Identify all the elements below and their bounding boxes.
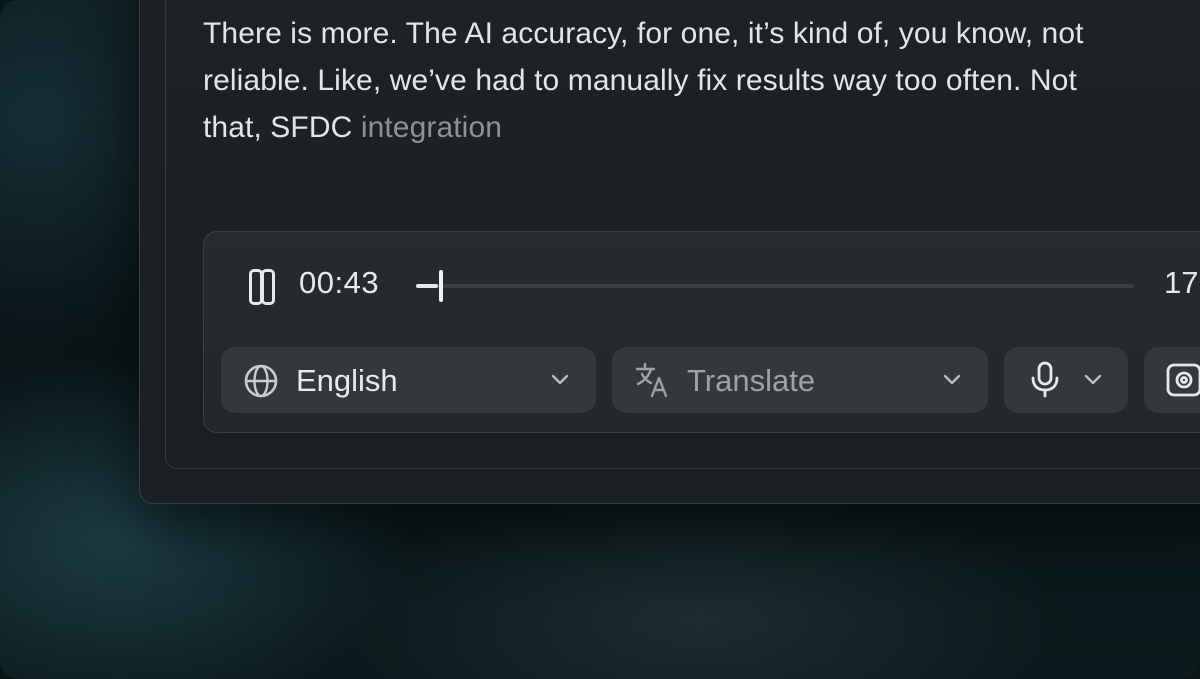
language-select[interactable]: English <box>221 347 596 413</box>
progress-track[interactable] <box>416 284 1134 288</box>
transcript-line: There is more. The AI accuracy, for one,… <box>203 17 1084 50</box>
progress-fill <box>416 284 438 288</box>
transcript-line: that, SFDC integration <box>203 104 1200 151</box>
globe-icon <box>244 364 278 398</box>
current-time: 00:43 <box>299 265 380 300</box>
microphone-select[interactable] <box>1004 347 1128 413</box>
transcript-text: There is more. The AI accuracy, for one,… <box>203 10 1200 151</box>
pause-icon[interactable] <box>249 269 275 305</box>
chevron-down-icon <box>551 374 569 385</box>
transcript-final-text: that, SFDC <box>203 111 361 144</box>
chevron-down-icon <box>943 374 961 385</box>
language-label: English <box>296 363 398 398</box>
progress-scrubber[interactable] <box>439 270 443 302</box>
chevron-down-icon <box>1084 374 1102 385</box>
microphone-icon <box>1031 361 1059 398</box>
total-duration: 17 <box>1164 265 1199 300</box>
camera-icon <box>1166 363 1200 397</box>
transcript-line: reliable. Like, we’ve had to manually fi… <box>203 64 1077 97</box>
transcript-pending-text: integration <box>360 111 503 144</box>
translate-icon <box>635 362 668 398</box>
camera-button[interactable] <box>1144 347 1200 413</box>
translate-select[interactable]: Translate <box>612 347 988 413</box>
translate-label: Translate <box>687 363 816 398</box>
